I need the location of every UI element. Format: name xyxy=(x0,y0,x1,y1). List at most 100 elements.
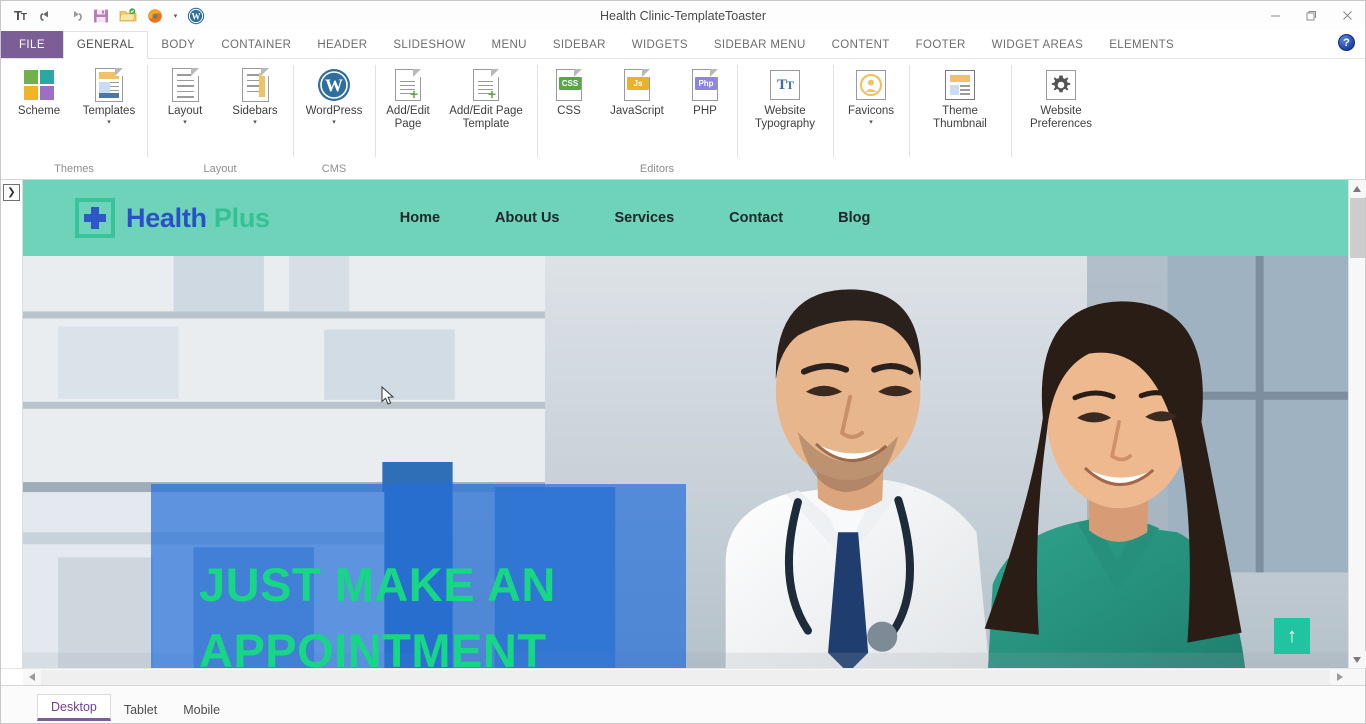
expand-panel-button[interactable]: ❯ xyxy=(3,184,20,201)
sidebars-button[interactable]: Sidebars ▾ xyxy=(220,64,290,127)
php-editor-label: PHP xyxy=(693,105,717,117)
tab-file[interactable]: FILE xyxy=(1,31,63,58)
wordpress-icon[interactable]: W xyxy=(184,5,208,27)
scroll-down-button[interactable] xyxy=(1348,651,1366,668)
ribbon-group-editors: CSS CSS Js JavaScript Php PHP Editors xyxy=(537,59,737,179)
nav-item-contact[interactable]: Contact xyxy=(729,210,783,226)
scrollbar-corner xyxy=(1348,669,1365,685)
nav-item-blog[interactable]: Blog xyxy=(838,210,870,226)
layout-button[interactable]: Layout ▾ xyxy=(150,64,220,127)
undo-icon[interactable] xyxy=(35,5,59,27)
scheme-button[interactable]: Scheme xyxy=(4,64,74,118)
device-tab-desktop[interactable]: Desktop xyxy=(37,694,111,721)
minimize-button[interactable] xyxy=(1257,1,1293,30)
templates-dropdown-caret[interactable]: ▾ xyxy=(107,119,111,127)
ribbon-tab-strip: FILE GENERAL BODY CONTAINER HEADER SLIDE… xyxy=(1,30,1365,59)
group-label-pages xyxy=(378,159,534,179)
tab-slideshow[interactable]: SLIDESHOW xyxy=(380,31,478,58)
export-folder-icon[interactable] xyxy=(116,5,140,27)
templatetoaster-window: TT ▾ W Health Clinic-TemplateToaster FIL… xyxy=(0,0,1366,724)
nav-item-about-us[interactable]: About Us xyxy=(495,210,559,226)
firefox-preview-icon[interactable] xyxy=(143,5,167,27)
text-format-icon[interactable]: TT xyxy=(8,5,32,27)
favicons-dropdown-caret[interactable]: ▾ xyxy=(869,119,873,127)
wordpress-button[interactable]: W WordPress ▾ xyxy=(296,64,372,127)
tab-body[interactable]: BODY xyxy=(148,31,208,58)
sidebars-dropdown-caret[interactable]: ▾ xyxy=(253,119,257,127)
favicons-button[interactable]: Favicons ▾ xyxy=(836,64,906,127)
nav-item-home[interactable]: Home xyxy=(400,210,440,226)
group-label-thumbnail xyxy=(912,159,1008,179)
page-add-icon: + xyxy=(395,68,421,102)
javascript-editor-button[interactable]: Js JavaScript xyxy=(598,64,676,118)
group-label-cms: CMS xyxy=(321,163,347,175)
website-preferences-button[interactable]: Website Preferences xyxy=(1014,64,1108,131)
website-typography-button[interactable]: TT Website Typography xyxy=(740,64,830,131)
php-file-icon: Php xyxy=(692,68,718,102)
tab-content[interactable]: CONTENT xyxy=(819,31,903,58)
scroll-up-button[interactable] xyxy=(1348,180,1366,197)
php-editor-button[interactable]: Php PHP xyxy=(676,64,734,118)
tab-footer[interactable]: FOOTER xyxy=(903,31,979,58)
redo-icon[interactable] xyxy=(62,5,86,27)
scheme-icon xyxy=(24,68,54,102)
preview-hero-slideshow[interactable]: JUST MAKE AN APPOINTMENT ↑ xyxy=(23,256,1348,668)
help-icon[interactable]: ? xyxy=(1338,34,1355,51)
save-icon[interactable] xyxy=(89,5,113,27)
site-logo[interactable]: Health Plus xyxy=(75,198,270,238)
website-preferences-label: Website Preferences xyxy=(1029,105,1092,130)
tab-sidebar-menu[interactable]: SIDEBAR MENU xyxy=(701,31,819,58)
tab-sidebar[interactable]: SIDEBAR xyxy=(540,31,619,58)
vertical-scroll-thumb[interactable] xyxy=(1349,198,1365,258)
templates-button[interactable]: Templates ▾ xyxy=(74,64,144,127)
close-button[interactable] xyxy=(1329,1,1365,30)
horizontal-scroll-thumb[interactable] xyxy=(41,669,1330,685)
add-edit-page-template-button[interactable]: + Add/Edit Page Template xyxy=(438,64,534,131)
window-controls xyxy=(1257,1,1365,30)
css-badge-label: CSS xyxy=(559,77,581,90)
tab-widgets[interactable]: WIDGETS xyxy=(619,31,701,58)
tab-general[interactable]: GENERAL xyxy=(62,31,149,59)
scroll-right-button[interactable] xyxy=(1331,668,1348,686)
preview-vertical-scrollbar[interactable] xyxy=(1348,180,1366,668)
add-edit-page-label: Add/Edit Page xyxy=(386,105,430,130)
ribbon-group-themes: Scheme Templates ▾ Themes xyxy=(1,59,147,179)
layout-label: Layout xyxy=(167,105,203,117)
preview-dropdown-caret[interactable]: ▾ xyxy=(170,5,181,27)
device-tab-tablet[interactable]: Tablet xyxy=(111,698,170,721)
ribbon-group-pages: + Add/Edit Page + Add/Edit Page Template xyxy=(375,59,537,179)
group-label-editors: Editors xyxy=(639,163,675,175)
css-editor-button[interactable]: CSS CSS xyxy=(540,64,598,118)
svg-text:W: W xyxy=(192,11,201,21)
restore-button[interactable] xyxy=(1293,1,1329,30)
tab-widget-areas[interactable]: WIDGET AREAS xyxy=(979,31,1097,58)
sidebars-label: Sidebars xyxy=(232,105,278,117)
wordpress-label: WordPress xyxy=(305,105,363,117)
medical-cross-icon xyxy=(75,198,115,238)
ribbon: Scheme Templates ▾ Themes Layout ▾ Sideb… xyxy=(1,59,1365,180)
templates-icon xyxy=(95,68,123,102)
website-preview-canvas[interactable]: Health Plus Home About Us Services Conta… xyxy=(23,180,1348,668)
hero-title-line2: APPOINTMENT xyxy=(199,624,547,668)
tab-header[interactable]: HEADER xyxy=(304,31,380,58)
device-tab-mobile[interactable]: Mobile xyxy=(170,698,233,721)
theme-thumbnail-button[interactable]: Theme Thumbnail xyxy=(912,64,1008,131)
layout-icon xyxy=(171,68,199,102)
work-area: ❯ Health Plus Home About Us Services Con… xyxy=(1,180,1366,668)
layout-dropdown-caret[interactable]: ▾ xyxy=(183,119,187,127)
left-panel-rail: ❯ xyxy=(1,180,23,668)
scroll-left-button[interactable] xyxy=(23,668,40,686)
preview-horizontal-scrollbar[interactable] xyxy=(23,668,1348,686)
page-template-add-icon: + xyxy=(473,68,499,102)
wordpress-dropdown-caret[interactable]: ▾ xyxy=(332,119,336,127)
tab-elements[interactable]: ELEMENTS xyxy=(1096,31,1187,58)
add-edit-page-button[interactable]: + Add/Edit Page xyxy=(378,64,438,131)
tab-menu[interactable]: MENU xyxy=(479,31,540,58)
website-typography-label: Website Typography xyxy=(754,105,816,130)
nav-item-services[interactable]: Services xyxy=(614,210,674,226)
group-label-layout: Layout xyxy=(203,163,237,175)
scroll-to-top-button[interactable]: ↑ xyxy=(1274,618,1310,654)
tab-container[interactable]: CONTAINER xyxy=(208,31,304,58)
thumbnail-icon xyxy=(945,68,975,102)
wordpress-icon: W xyxy=(317,68,351,102)
